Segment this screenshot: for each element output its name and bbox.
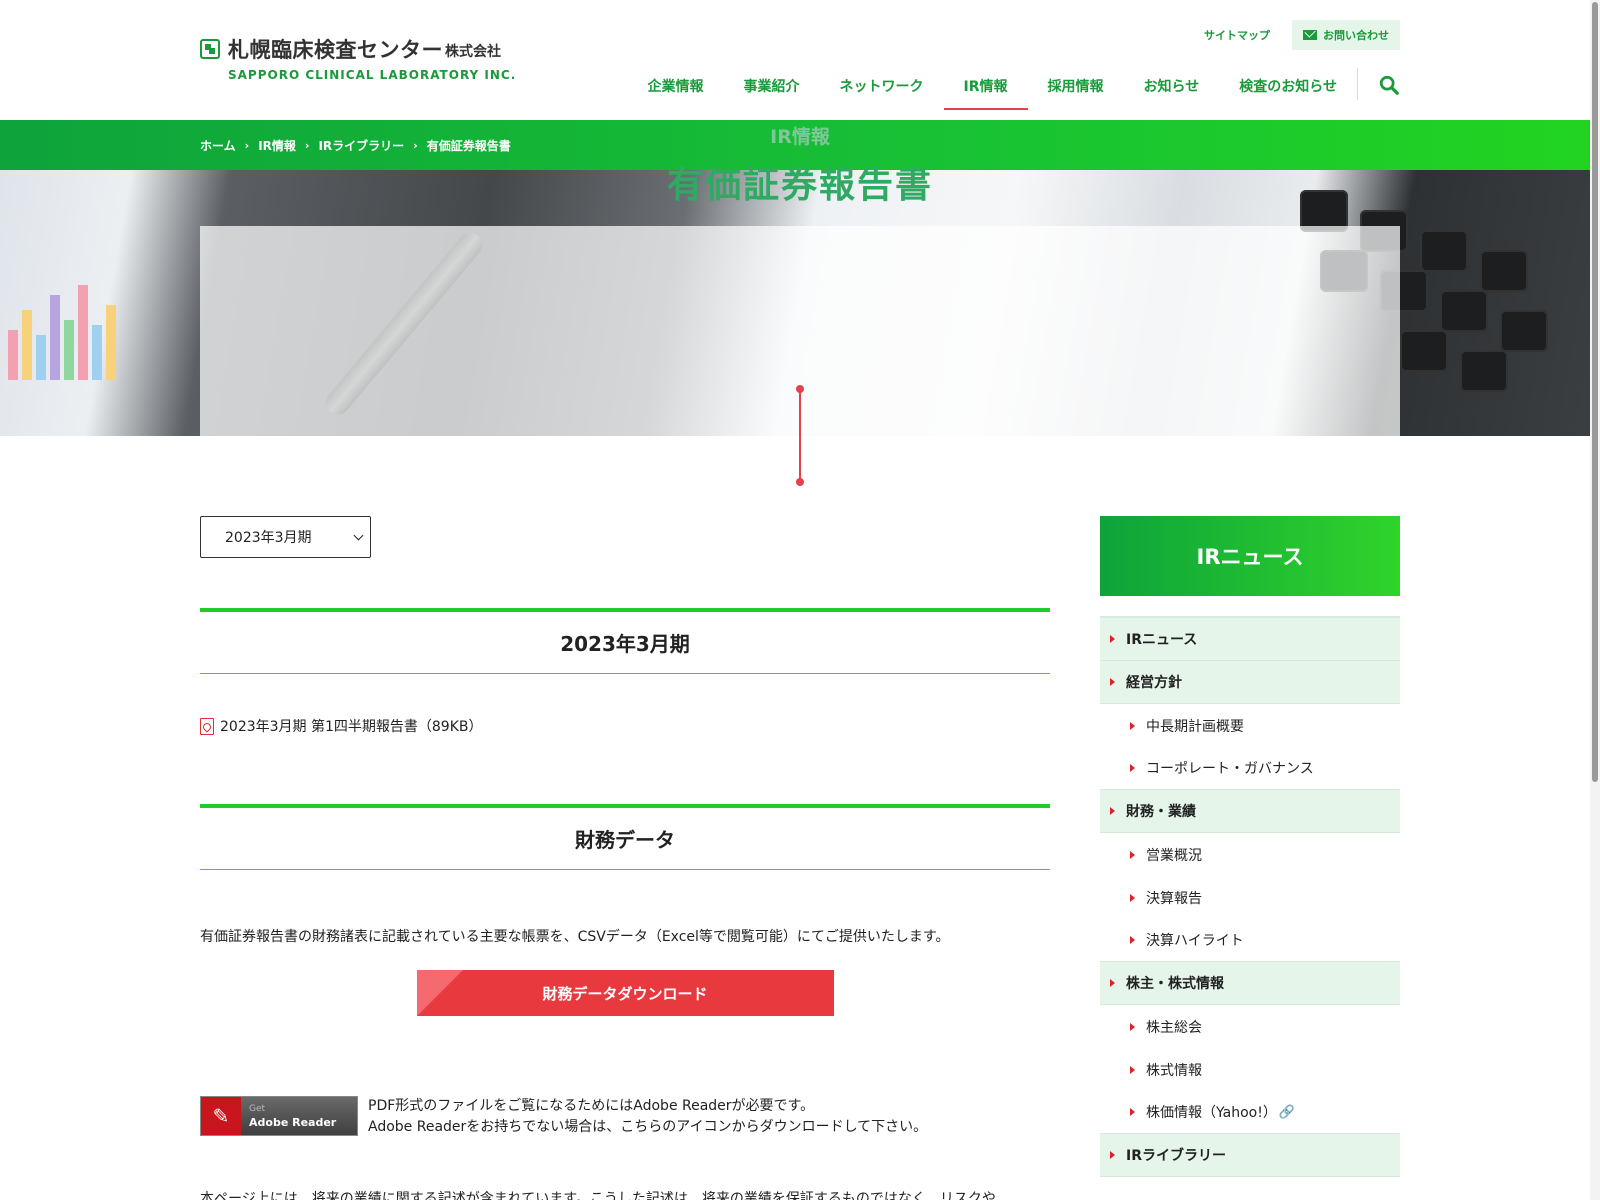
- sidebar-item-stock-info[interactable]: 株式情報: [1100, 1048, 1400, 1091]
- section-heading-financial-data: 財務データ: [200, 804, 1050, 870]
- sidebar-item-label: 決算報告: [1146, 890, 1202, 907]
- logo-mark-icon: [200, 39, 220, 59]
- page-scrollbar[interactable]: [1590, 0, 1600, 1200]
- logo-japanese-suffix: 株式会社: [445, 44, 501, 60]
- period-select-value: 2023年3月期: [225, 530, 312, 546]
- sidebar-item-ir-library[interactable]: IRライブラリー: [1100, 1134, 1400, 1177]
- sidebar-item-business-overview[interactable]: 営業概況: [1100, 833, 1400, 876]
- nav-item-network[interactable]: ネットワーク: [820, 64, 944, 110]
- adobe-name-text: Adobe Reader: [249, 1116, 337, 1129]
- adobe-desc-line-2: Adobe Readerをお持ちでない場合は、こちらのアイコンからダウンロードし…: [368, 1119, 928, 1135]
- sidebar-item-shareholder-meeting[interactable]: 株主総会: [1100, 1005, 1400, 1048]
- search-icon[interactable]: [1358, 64, 1400, 110]
- hero-connector-dot: [796, 385, 804, 393]
- sidebar-item-financial-highlights[interactable]: 決算ハイライト: [1100, 919, 1400, 962]
- sidebar-item-ir-news[interactable]: IRニュース: [1100, 618, 1400, 661]
- main-content: 2023年3月期 2023年3月期 2023年3月期 第1四半期報告書（89KB…: [200, 516, 1050, 1200]
- sidebar-item-label: 中長期計画概要: [1146, 718, 1244, 735]
- sidebar-item-label: 株主総会: [1146, 1019, 1202, 1036]
- sidebar: IRニュース IRニュース 経営方針 中長期計画概要 コーポレート・ガバナンス …: [1100, 516, 1400, 1177]
- pdf-link[interactable]: 2023年3月期 第1四半期報告書（89KB）: [220, 716, 483, 736]
- hero-connector-dot: [796, 478, 804, 486]
- sidebar-item-midterm-plan[interactable]: 中長期計画概要: [1100, 704, 1400, 747]
- period-select[interactable]: 2023年3月期: [200, 516, 371, 558]
- adobe-reader-badge[interactable]: ✎ Get Adobe Reader: [200, 1096, 358, 1136]
- sidebar-title[interactable]: IRニュース: [1100, 516, 1400, 596]
- sidebar-item-label: 経営方針: [1126, 675, 1182, 691]
- nav-item-test-news[interactable]: 検査のお知らせ: [1219, 64, 1357, 110]
- adobe-reader-row: ✎ Get Adobe Reader PDF形式のファイルをご覧になるためにはA…: [200, 1096, 1050, 1138]
- sidebar-item-label: 営業概況: [1146, 847, 1202, 864]
- download-button-label: 財務データダウンロード: [542, 984, 708, 1003]
- logo-japanese-name: 札幌臨床検査センター: [228, 38, 443, 62]
- hero-connector-line: [799, 389, 801, 481]
- triangle-right-icon: [1130, 1108, 1135, 1116]
- nav-item-news[interactable]: お知らせ: [1124, 64, 1220, 110]
- adobe-logo-icon: ✎: [201, 1097, 241, 1135]
- external-link-icon: 🔗: [1278, 1104, 1296, 1120]
- triangle-right-icon: [1110, 807, 1115, 815]
- company-logo[interactable]: 札幌臨床検査センター 株式会社 SAPPORO CLINICAL LABORAT…: [200, 34, 516, 82]
- sidebar-item-label: 株価情報（Yahoo!）: [1146, 1105, 1277, 1121]
- sidebar-item-label: 財務・業績: [1126, 804, 1196, 820]
- sidebar-item-label: 株式情報: [1146, 1062, 1202, 1079]
- triangle-right-icon: [1130, 850, 1135, 859]
- pdf-link-row[interactable]: 2023年3月期 第1四半期報告書（89KB）: [200, 716, 1050, 736]
- hero-chart-decoration: [0, 260, 150, 380]
- global-nav: 企業情報 事業紹介 ネットワーク IR情報 採用情報 お知らせ 検査のお知らせ: [628, 64, 1400, 110]
- triangle-right-icon: [1130, 764, 1135, 772]
- scrollbar-thumb[interactable]: [1592, 2, 1598, 782]
- sidebar-item-management-policy[interactable]: 経営方針: [1100, 661, 1400, 704]
- sidebar-item-corporate-governance[interactable]: コーポレート・ガバナンス: [1100, 747, 1400, 790]
- chevron-down-icon: [353, 530, 364, 540]
- section-heading-period: 2023年3月期: [200, 608, 1050, 674]
- triangle-right-icon: [1130, 893, 1135, 902]
- pdf-icon: [200, 717, 214, 735]
- triangle-right-icon: [1130, 1022, 1135, 1031]
- hero-subtitle: IR情報: [770, 126, 830, 148]
- forward-looking-notice: 本ページ上には、将来の業績に関する記述が含まれています。こうした記述は、将来の業…: [200, 1191, 996, 1200]
- sidebar-menu: IRニュース 経営方針 中長期計画概要 コーポレート・ガバナンス 財務・業績 営…: [1100, 616, 1400, 1177]
- sidebar-item-financial-results[interactable]: 財務・業績: [1100, 790, 1400, 833]
- adobe-get-text: Get: [249, 1104, 266, 1114]
- nav-item-business[interactable]: 事業紹介: [724, 64, 820, 110]
- triangle-right-icon: [1110, 635, 1115, 643]
- sidebar-item-label: IRライブラリー: [1126, 1148, 1226, 1164]
- sidebar-item-label: 決算ハイライト: [1146, 933, 1244, 949]
- nav-item-company[interactable]: 企業情報: [628, 64, 724, 110]
- logo-english-name: SAPPORO CLINICAL LABORATORY INC.: [228, 68, 517, 82]
- nav-item-recruit[interactable]: 採用情報: [1028, 64, 1124, 110]
- nav-item-ir[interactable]: IR情報: [943, 64, 1028, 110]
- page-title: 有価証券報告書: [666, 165, 933, 206]
- adobe-reader-description: PDF形式のファイルをご覧になるためにはAdobe Readerが必要です。 A…: [368, 1096, 927, 1138]
- contact-button[interactable]: お問い合わせ: [1292, 20, 1400, 50]
- sidebar-item-label: IRニュース: [1126, 632, 1198, 648]
- triangle-right-icon: [1130, 936, 1135, 944]
- financial-data-download-button[interactable]: 財務データダウンロード: [416, 970, 834, 1016]
- contact-label: お問い合わせ: [1323, 29, 1389, 42]
- sidebar-item-label: コーポレート・ガバナンス: [1146, 761, 1314, 777]
- site-header: 札幌臨床検査センター 株式会社 SAPPORO CLINICAL LABORAT…: [0, 0, 1600, 120]
- triangle-right-icon: [1110, 1151, 1115, 1159]
- adobe-desc-line-1: PDF形式のファイルをご覧になるためにはAdobe Readerが必要です。: [368, 1098, 815, 1114]
- sidebar-item-stock-price-yahoo[interactable]: 株価情報（Yahoo!） 🔗: [1100, 1091, 1400, 1134]
- sidebar-item-financial-report[interactable]: 決算報告: [1100, 876, 1400, 919]
- financial-data-description: 有価証券報告書の財務諸表に記載されている主要な帳票を、CSVデータ（Excel等…: [200, 929, 950, 945]
- triangle-right-icon: [1110, 979, 1115, 987]
- triangle-right-icon: [1110, 678, 1115, 686]
- mail-icon: [1303, 30, 1317, 40]
- sidebar-item-label: 株主・株式情報: [1126, 976, 1224, 992]
- utility-links: サイトマップ お問い合わせ: [1204, 20, 1400, 50]
- triangle-right-icon: [1130, 721, 1135, 730]
- triangle-right-icon: [1130, 1065, 1135, 1074]
- sitemap-link[interactable]: サイトマップ: [1204, 27, 1270, 43]
- sidebar-item-shareholder-info[interactable]: 株主・株式情報: [1100, 962, 1400, 1005]
